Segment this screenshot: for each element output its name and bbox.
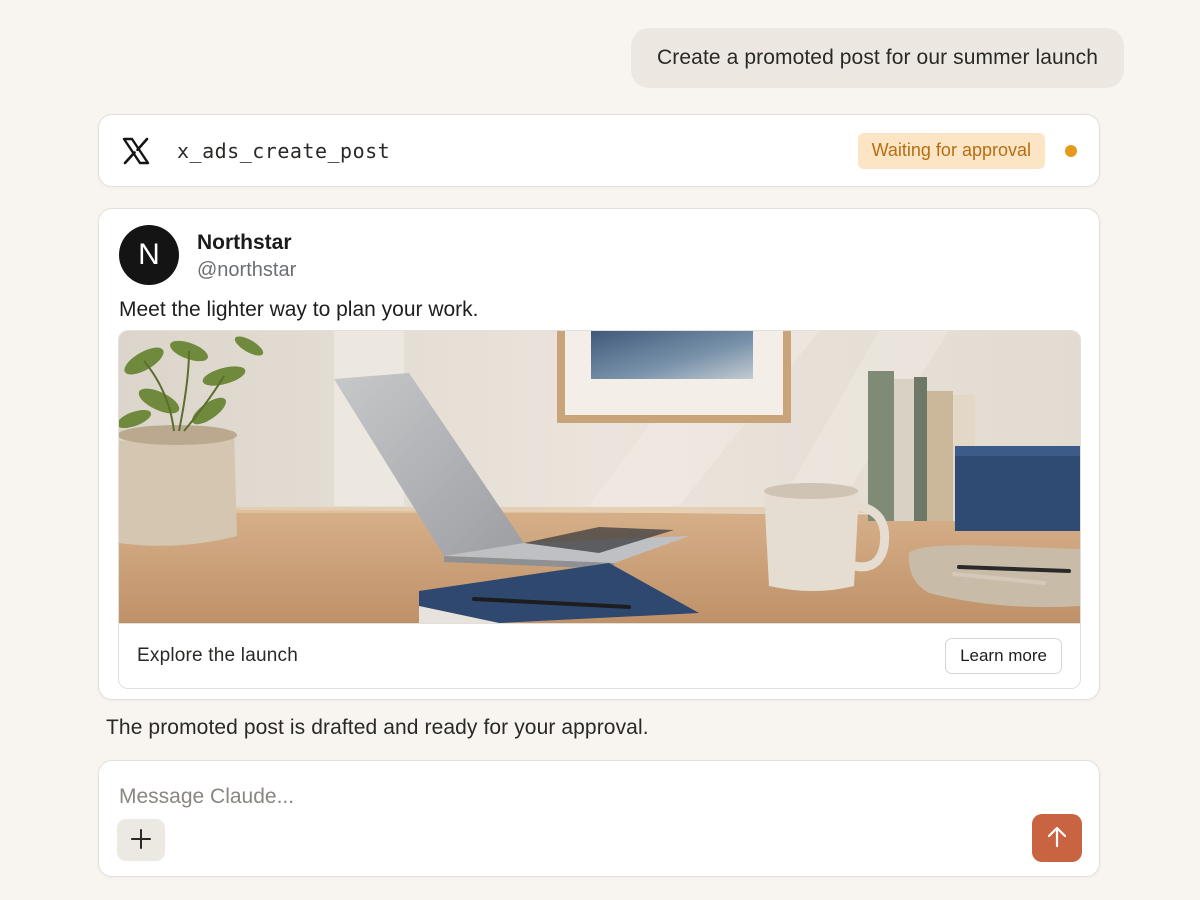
chat-page: Create a promoted post for our summer la…: [0, 0, 1200, 900]
add-attachment-button[interactable]: [117, 819, 165, 861]
send-button[interactable]: [1032, 814, 1082, 862]
user-message-bubble: Create a promoted post for our summer la…: [631, 28, 1124, 88]
status-badge: Waiting for approval: [857, 132, 1045, 169]
arrow-up-icon: [1046, 825, 1068, 852]
avatar: N: [119, 225, 179, 285]
assistant-message: The promoted post is drafted and ready f…: [106, 716, 649, 739]
message-composer: [98, 760, 1100, 877]
desk-workspace-photo: [119, 331, 1080, 623]
ad-media-card[interactable]: Explore the launch Learn more: [118, 330, 1081, 689]
post-preview-card: N Northstar @northstar Meet the lighter …: [98, 208, 1100, 700]
ad-cta-headline: Explore the launch: [137, 645, 298, 666]
x-logo-icon: [119, 134, 153, 168]
account-name: Northstar: [197, 231, 292, 254]
tool-name: x_ads_create_post: [177, 138, 391, 163]
plus-icon: [130, 828, 152, 853]
post-text: Meet the lighter way to plan your work.: [119, 298, 479, 321]
account-handle: @northstar: [197, 259, 297, 281]
ad-cta-bar: Explore the launch Learn more: [119, 623, 1080, 688]
learn-more-button[interactable]: Learn more: [945, 638, 1062, 674]
tool-call-card[interactable]: x_ads_create_post Waiting for approval: [98, 114, 1100, 187]
status-dot-icon: [1065, 144, 1077, 157]
message-input[interactable]: [119, 781, 1019, 813]
